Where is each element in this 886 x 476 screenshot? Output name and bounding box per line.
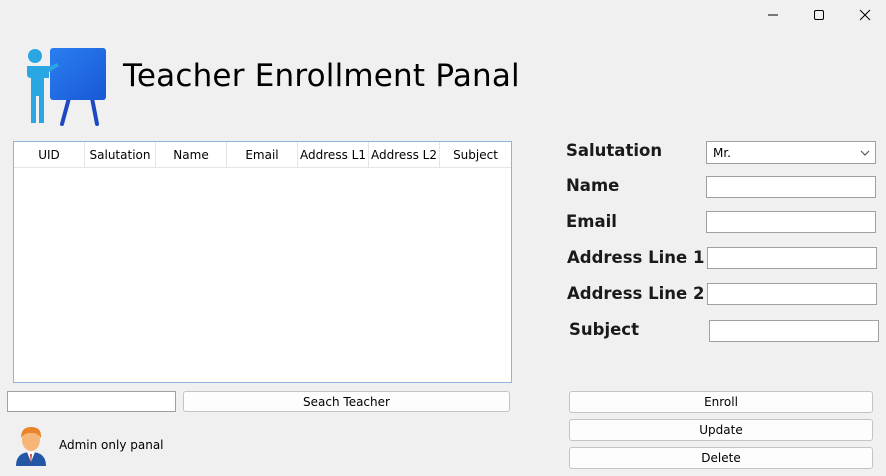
column-header-uid[interactable]: UID — [14, 142, 85, 167]
email-input[interactable] — [706, 211, 876, 233]
subject-label: Subject — [569, 320, 639, 339]
salutation-value: Mr. — [713, 145, 731, 160]
address-line-2-label: Address Line 2 — [567, 284, 705, 303]
salutation-select[interactable]: Mr. — [706, 141, 876, 164]
chevron-down-icon — [860, 150, 870, 156]
address-line-1-input[interactable] — [707, 247, 877, 269]
page-title: Teacher Enrollment Panal — [123, 58, 520, 94]
enroll-button[interactable]: Enroll — [569, 391, 873, 413]
column-header-address-l1[interactable]: Address L1 — [298, 142, 369, 167]
close-button[interactable] — [842, 0, 886, 30]
update-button[interactable]: Update — [569, 419, 873, 441]
minimize-button[interactable] — [750, 0, 796, 30]
email-label: Email — [566, 212, 617, 231]
delete-button[interactable]: Delete — [569, 447, 873, 469]
address-line-1-label: Address Line 1 — [567, 248, 705, 267]
table-header: UID Salutation Name Email Address L1 Add… — [14, 142, 511, 168]
salutation-label: Salutation — [566, 141, 663, 160]
search-teacher-button[interactable]: Seach Teacher — [183, 391, 510, 412]
name-input[interactable] — [706, 176, 876, 198]
close-icon — [859, 9, 871, 21]
teacher-table[interactable]: UID Salutation Name Email Address L1 Add… — [13, 141, 512, 383]
column-header-email[interactable]: Email — [227, 142, 298, 167]
maximize-button[interactable] — [796, 0, 842, 30]
search-input[interactable] — [7, 391, 176, 412]
column-header-name[interactable]: Name — [156, 142, 227, 167]
minimize-icon — [768, 14, 778, 16]
admin-only-text: Admin only panal — [59, 438, 164, 452]
address-line-2-input[interactable] — [707, 283, 877, 305]
teacher-presentation-icon — [27, 48, 106, 126]
name-label: Name — [566, 176, 620, 195]
column-header-subject[interactable]: Subject — [440, 142, 511, 167]
maximize-icon — [814, 10, 824, 20]
subject-input[interactable] — [709, 320, 879, 342]
column-header-address-l2[interactable]: Address L2 — [369, 142, 440, 167]
column-header-salutation[interactable]: Salutation — [85, 142, 156, 167]
admin-avatar-icon — [16, 427, 46, 466]
